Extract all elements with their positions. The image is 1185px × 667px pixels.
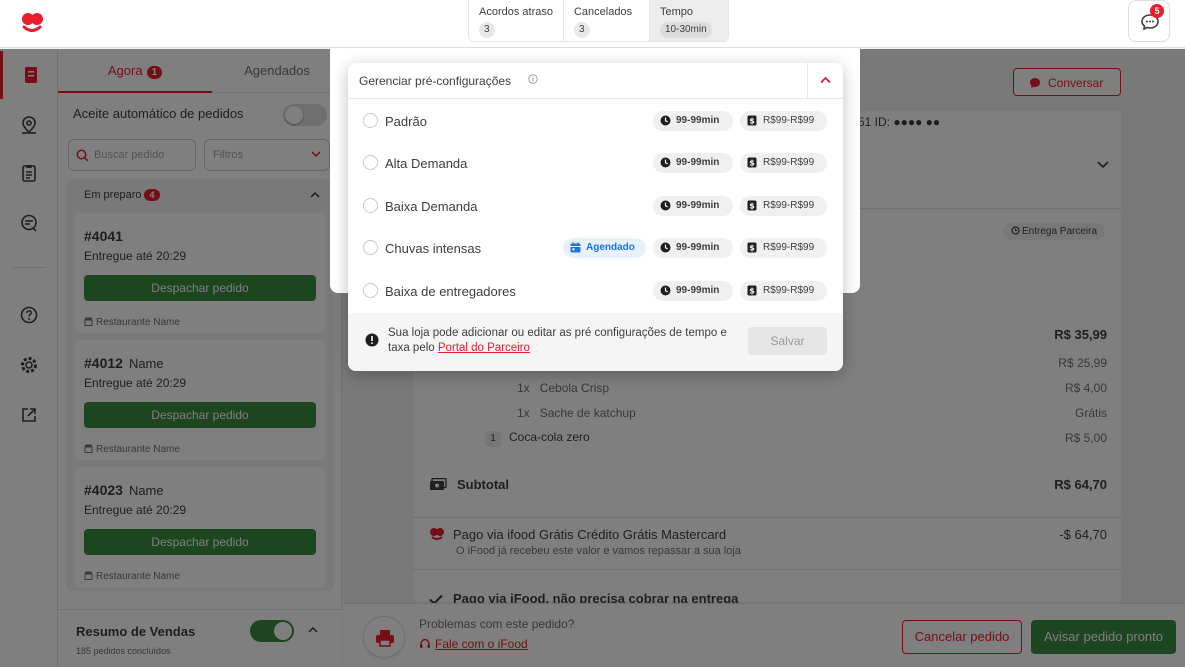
chat-badge: 5	[1150, 4, 1164, 18]
dollar-icon: $	[747, 285, 757, 296]
modal-notice: Sua loja pode adicionar ou editar as pré…	[348, 313, 843, 371]
clock-icon	[660, 157, 671, 168]
preset-label: Chuvas intensas	[385, 241, 482, 256]
fee-chip: $ R$99-R$99	[740, 111, 827, 131]
preset-label: Baixa Demanda	[385, 199, 478, 214]
svg-text:$: $	[749, 117, 755, 126]
dollar-icon: $	[747, 157, 757, 168]
time-chip: 99-99min	[653, 238, 733, 258]
preset-radio[interactable]	[363, 240, 378, 255]
dollar-icon: $	[747, 200, 757, 211]
modal-title: Gerenciar pré-configurações	[359, 74, 512, 88]
fee-chip: $ R$99-R$99	[740, 281, 827, 301]
time-chip: 99-99min	[653, 111, 733, 131]
time-chip: 99-99min	[653, 281, 733, 301]
calendar-icon	[570, 242, 581, 253]
preset-option-alta-demanda[interactable]: Alta Demanda 99-99min $ R$99-R$99	[348, 142, 843, 184]
kpi-label: Tempo	[659, 6, 694, 18]
preset-radio[interactable]	[363, 198, 378, 213]
chevron-up-icon	[820, 76, 831, 84]
clock-icon	[660, 285, 671, 296]
notice-text: Sua loja pode adicionar ou editar as pré…	[388, 327, 727, 354]
fee-chip: $ R$99-R$99	[740, 153, 827, 173]
preset-radio[interactable]	[363, 283, 378, 298]
presets-modal: Gerenciar pré-configurações Padrão 99-99…	[348, 63, 843, 371]
kpi-time[interactable]: Tempo 10-30min	[649, 0, 728, 41]
collapse-button[interactable]	[807, 63, 843, 99]
top-bar: Acordos atraso 3 Cancelados 3 Tempo 10-3…	[0, 0, 1185, 48]
clock-icon	[660, 115, 671, 126]
chat-button[interactable]: 5	[1128, 0, 1170, 42]
svg-text:$: $	[749, 159, 755, 168]
svg-text:$: $	[749, 202, 755, 211]
preset-label: Alta Demanda	[385, 156, 468, 171]
kpi-bar: Acordos atraso 3 Cancelados 3 Tempo 10-3…	[468, 0, 729, 42]
kpi-value: 10-30min	[659, 22, 712, 38]
modal-header: Gerenciar pré-configurações	[348, 63, 843, 99]
kpi-value: 3	[573, 22, 590, 38]
fee-chip: $ R$99-R$99	[740, 196, 827, 216]
time-chip: 99-99min	[653, 196, 733, 216]
dollar-icon: $	[747, 115, 757, 126]
info-icon[interactable]	[528, 74, 538, 84]
kpi-value: 3	[479, 22, 495, 38]
scheduled-chip: Agendado	[563, 238, 646, 258]
time-chip: 99-99min	[653, 153, 733, 173]
preset-radio[interactable]	[363, 113, 378, 128]
preset-radio[interactable]	[363, 155, 378, 170]
preset-label: Padrão	[385, 114, 427, 129]
fee-chip: $ R$99-R$99	[740, 238, 827, 258]
dollar-icon: $	[747, 242, 757, 253]
svg-text:$: $	[749, 244, 755, 253]
preset-option-padrao[interactable]: Padrão 99-99min $ R$99-R$99	[348, 100, 843, 142]
preset-option-chuvas-intensas[interactable]: Chuvas intensas Agendado 99-99min $ R$99-…	[348, 227, 843, 269]
kpi-label: Cancelados	[573, 6, 633, 18]
save-button[interactable]: Salvar	[748, 327, 827, 355]
clock-icon	[660, 242, 671, 253]
preset-option-baixa-demanda[interactable]: Baixa Demanda 99-99min $ R$99-R$99	[348, 185, 843, 227]
preset-label: Baixa de entregadores	[385, 284, 516, 299]
preset-option-baixa-entregadores[interactable]: Baixa de entregadores 99-99min $ R$99-R$9…	[348, 270, 843, 312]
kpi-late-agreements[interactable]: Acordos atraso 3	[469, 0, 564, 41]
kpi-cancelled[interactable]: Cancelados 3	[564, 0, 650, 41]
clock-icon	[660, 200, 671, 211]
kpi-label: Acordos atraso	[479, 6, 553, 18]
alert-icon	[365, 333, 379, 347]
svg-text:$: $	[749, 287, 755, 296]
ifood-logo-icon	[22, 13, 43, 32]
partner-portal-link[interactable]: Portal do Parceiro	[438, 342, 530, 354]
